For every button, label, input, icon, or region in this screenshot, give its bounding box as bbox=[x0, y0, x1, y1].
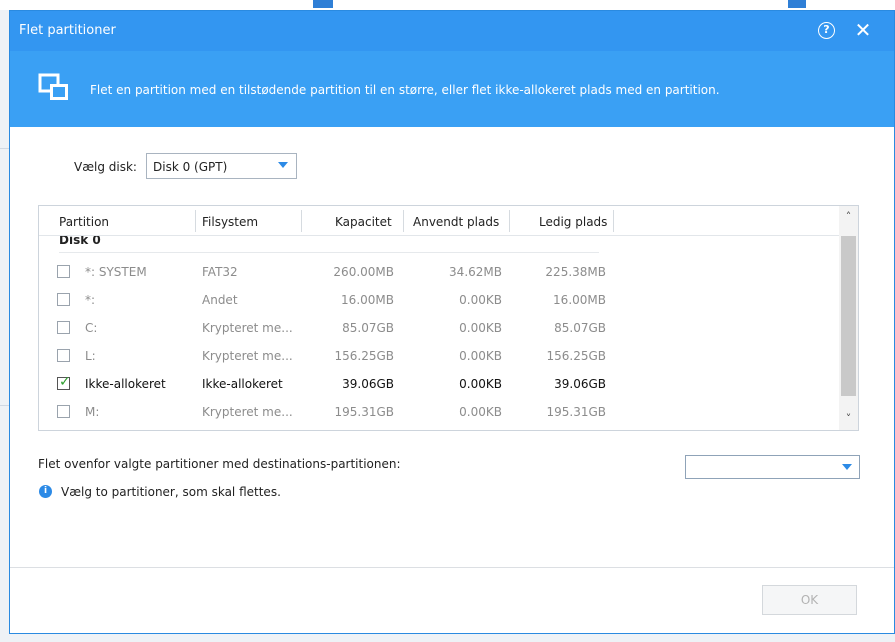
table-row[interactable]: ✓ Ikke-allokeret Ikke-allokeret 39.06GB 0.00… bbox=[39, 370, 839, 398]
cell-free: 195.31GB bbox=[546, 405, 606, 419]
cell-free: 85.07GB bbox=[554, 321, 606, 335]
cell-filesystem: FAT32 bbox=[202, 265, 238, 279]
cell-used: 0.00KB bbox=[459, 405, 502, 419]
table-row[interactable]: C: Krypteret me... 85.07GB 0.00KB 85.07GB bbox=[39, 314, 839, 342]
scroll-down-icon[interactable]: ˅ bbox=[839, 408, 858, 430]
column-header-capacity[interactable]: Kapacitet bbox=[335, 215, 392, 229]
cell-filesystem: Krypteret me... bbox=[202, 405, 293, 419]
disk-select-value: Disk 0 (GPT) bbox=[153, 160, 228, 174]
cell-capacity: 16.00MB bbox=[341, 293, 394, 307]
cell-filesystem: Ikke-allokeret bbox=[202, 377, 283, 391]
background-windows-icon bbox=[788, 0, 806, 8]
table-header: Partition Filsystem Kapacitet Anvendt pl… bbox=[39, 206, 839, 236]
chevron-down-icon bbox=[278, 162, 288, 168]
cell-used: 0.00KB bbox=[459, 349, 502, 363]
cell-capacity: 156.25GB bbox=[334, 349, 394, 363]
table-row[interactable]: L: Krypteret me... 156.25GB 0.00KB 156.25GB bbox=[39, 342, 839, 370]
cell-used: 34.62MB bbox=[449, 265, 502, 279]
cell-capacity: 260.00MB bbox=[333, 265, 394, 279]
footer-divider bbox=[10, 567, 894, 568]
row-checkbox[interactable] bbox=[57, 265, 70, 278]
help-icon[interactable]: ? bbox=[818, 22, 835, 39]
info-hint: Vælg to partitioner, som skal flettes. bbox=[61, 485, 281, 499]
cell-partition: Ikke-allokeret bbox=[85, 377, 166, 391]
disk-select-label: Vælg disk: bbox=[74, 160, 137, 174]
column-header-used[interactable]: Anvendt plads bbox=[413, 215, 499, 229]
table-row[interactable]: M: Krypteret me... 195.31GB 0.00KB 195.31GB bbox=[39, 398, 839, 426]
cell-free: 39.06GB bbox=[554, 377, 606, 391]
scroll-up-icon[interactable]: ˄ bbox=[839, 206, 858, 228]
row-checkbox[interactable] bbox=[57, 321, 70, 334]
merge-partitions-dialog: Flet partitioner ? ✕ Flet en partition m… bbox=[9, 10, 895, 634]
dialog-title: Flet partitioner bbox=[19, 23, 116, 38]
ok-button[interactable]: OK bbox=[762, 585, 857, 615]
column-header-filesystem[interactable]: Filsystem bbox=[202, 215, 258, 229]
row-checkbox[interactable] bbox=[57, 293, 70, 306]
table-row[interactable]: *: SYSTEM FAT32 260.00MB 34.62MB 225.38MB bbox=[39, 258, 839, 286]
cell-filesystem: Krypteret me... bbox=[202, 349, 293, 363]
info-banner: Flet en partition med en tilstødende par… bbox=[10, 51, 894, 127]
title-bar[interactable]: Flet partitioner ? ✕ bbox=[10, 11, 894, 51]
cell-free: 225.38MB bbox=[545, 265, 606, 279]
close-icon[interactable]: ✕ bbox=[852, 19, 874, 41]
background-divider bbox=[0, 148, 9, 149]
checkmark-icon: ✓ bbox=[59, 374, 71, 390]
destination-partition-select[interactable] bbox=[685, 455, 860, 479]
row-checkbox[interactable]: ✓ bbox=[57, 374, 71, 390]
cell-partition: L: bbox=[85, 349, 96, 363]
cell-filesystem: Andet bbox=[202, 293, 238, 307]
cell-partition: *: bbox=[85, 293, 96, 307]
banner-description: Flet en partition med en tilstødende par… bbox=[90, 83, 720, 97]
scroll-thumb[interactable] bbox=[841, 236, 856, 396]
cell-capacity: 195.31GB bbox=[334, 405, 394, 419]
table-row[interactable]: *: Andet 16.00MB 0.00KB 16.00MB bbox=[39, 286, 839, 314]
disk-select[interactable]: Disk 0 (GPT) bbox=[146, 153, 297, 179]
cell-capacity: 39.06GB bbox=[342, 377, 394, 391]
cell-used: 0.00KB bbox=[459, 321, 502, 335]
disk-group-label: Disk 0 bbox=[59, 236, 101, 247]
chevron-down-icon bbox=[842, 464, 852, 470]
column-header-free[interactable]: Ledig plads bbox=[539, 215, 607, 229]
partition-table: Partition Filsystem Kapacitet Anvendt pl… bbox=[38, 205, 859, 431]
cell-used: 0.00KB bbox=[459, 377, 502, 391]
table-scrollbar[interactable]: ˄ ˅ bbox=[839, 206, 858, 430]
column-separator[interactable] bbox=[403, 210, 404, 232]
merge-partition-icon bbox=[38, 73, 68, 100]
cell-free: 16.00MB bbox=[553, 293, 606, 307]
background-window-top bbox=[0, 0, 895, 10]
column-header-partition[interactable]: Partition bbox=[59, 215, 109, 229]
column-separator[interactable] bbox=[301, 210, 302, 232]
background-divider bbox=[0, 405, 9, 406]
cell-used: 0.00KB bbox=[459, 293, 502, 307]
cell-filesystem: Krypteret me... bbox=[202, 321, 293, 335]
cell-capacity: 85.07GB bbox=[342, 321, 394, 335]
row-checkbox[interactable] bbox=[57, 349, 70, 362]
cell-partition: M: bbox=[85, 405, 100, 419]
column-separator[interactable] bbox=[613, 210, 614, 232]
merge-destination-label: Flet ovenfor valgte partitioner med dest… bbox=[38, 457, 401, 471]
column-separator[interactable] bbox=[195, 210, 196, 232]
cell-free: 156.25GB bbox=[546, 349, 606, 363]
cell-partition: C: bbox=[85, 321, 98, 335]
background-disk-icon bbox=[313, 0, 333, 8]
cell-partition: *: SYSTEM bbox=[85, 265, 147, 279]
row-checkbox[interactable] bbox=[57, 405, 70, 418]
info-icon: i bbox=[39, 485, 52, 498]
column-separator[interactable] bbox=[509, 210, 510, 232]
group-divider bbox=[59, 252, 599, 253]
